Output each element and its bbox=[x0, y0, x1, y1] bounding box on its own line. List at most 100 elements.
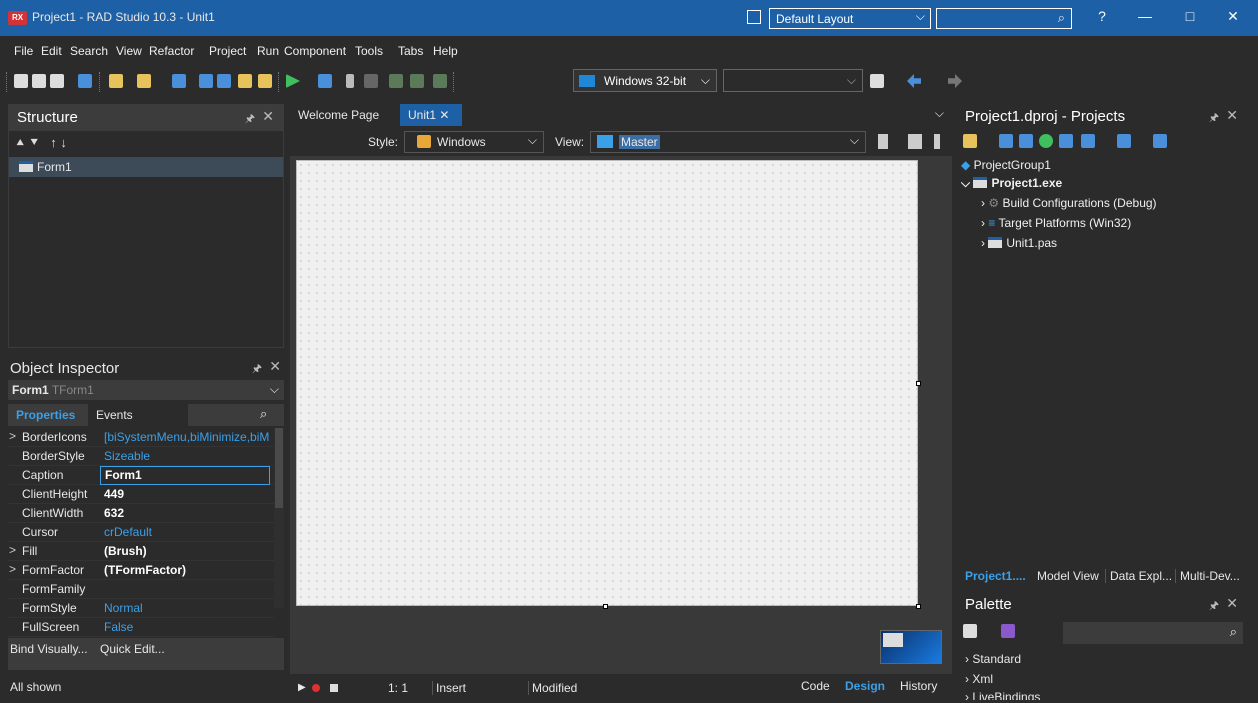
palette-layout-icon[interactable] bbox=[963, 624, 977, 638]
tab-history[interactable]: History bbox=[900, 679, 937, 693]
search-icon[interactable]: ⌕ bbox=[260, 406, 267, 422]
move-up-icon[interactable]: ↑ bbox=[50, 135, 57, 150]
property-value[interactable]: (Brush) bbox=[104, 544, 274, 558]
property-row[interactable]: FormFamily bbox=[8, 580, 274, 599]
tab-design[interactable]: Design bbox=[845, 679, 885, 693]
title-search-input[interactable]: ⌕ bbox=[936, 8, 1072, 29]
property-row[interactable]: FullScreen False bbox=[8, 618, 274, 637]
refresh-icon[interactable] bbox=[1039, 134, 1053, 148]
tab-code[interactable]: Code bbox=[801, 679, 830, 693]
tree-project-group[interactable]: ◆ ProjectGroup1 bbox=[961, 158, 1051, 172]
expand-all-icon[interactable]: ⯅ bbox=[15, 135, 25, 150]
macro-play-icon[interactable]: ▶ bbox=[298, 682, 306, 693]
property-value[interactable]: Sizeable bbox=[104, 449, 274, 463]
tree-project[interactable]: ⌵ Project1.exe bbox=[961, 176, 1062, 191]
pin-icon[interactable]: 🖈 bbox=[245, 110, 255, 129]
tab-model-view[interactable]: Model View bbox=[1037, 569, 1099, 583]
inspector-scrollbar[interactable] bbox=[274, 428, 284, 608]
property-row[interactable]: ClientHeight 449 bbox=[8, 485, 274, 504]
property-row[interactable]: > FormFactor (TFormFactor) bbox=[8, 561, 274, 580]
menu-tools[interactable]: Tools bbox=[355, 44, 383, 58]
menu-refactor[interactable]: Refactor bbox=[149, 44, 194, 58]
property-value[interactable]: (TFormFactor) bbox=[104, 563, 274, 577]
remove-icon[interactable] bbox=[1019, 134, 1033, 148]
chevron-right-icon[interactable]: > bbox=[9, 562, 16, 576]
close-icon[interactable]: ✕ bbox=[439, 108, 449, 122]
add-icon[interactable] bbox=[999, 134, 1013, 148]
tabs-dropdown-icon[interactable]: ⌵ bbox=[935, 106, 944, 121]
palette-search-input[interactable]: ⌕ bbox=[1063, 622, 1243, 644]
tree-build-configs[interactable]: › ⚙ Build Configurations (Debug) bbox=[981, 196, 1157, 210]
close-icon[interactable]: ✕ bbox=[262, 108, 274, 125]
move-down-icon[interactable]: ↓ bbox=[60, 135, 67, 150]
tab-unit1[interactable]: Unit1 ✕ bbox=[400, 104, 462, 126]
property-value[interactable]: Normal bbox=[104, 601, 274, 615]
layout-icon[interactable] bbox=[747, 10, 761, 24]
tab-data-explorer[interactable]: Data Expl... bbox=[1105, 569, 1172, 583]
collapse-all-icon[interactable]: ⯆ bbox=[29, 135, 39, 150]
pin-icon[interactable]: 🖈 bbox=[252, 360, 262, 379]
menu-view[interactable]: View bbox=[116, 44, 142, 58]
bind-visually-link[interactable]: Bind Visually... bbox=[10, 642, 88, 656]
run-to-cursor-icon[interactable] bbox=[433, 74, 447, 88]
device-icon[interactable] bbox=[878, 134, 888, 149]
pin-icon[interactable]: 🖈 bbox=[1209, 597, 1219, 616]
help-button[interactable]: ? bbox=[1087, 8, 1117, 28]
orientation-icon[interactable] bbox=[934, 134, 940, 149]
object-selector[interactable]: Form1 TForm1 ⌵ bbox=[8, 380, 284, 400]
property-row[interactable]: Caption Form1 bbox=[8, 466, 274, 485]
remove-file-icon[interactable] bbox=[217, 74, 231, 88]
style-combo[interactable]: Windows ⌵ bbox=[404, 131, 544, 153]
view-combo[interactable]: Master ⌵ bbox=[590, 131, 866, 153]
pause-icon[interactable] bbox=[346, 74, 354, 88]
view-unit-icon[interactable] bbox=[238, 74, 252, 88]
tree-unit[interactable]: › Unit1.pas bbox=[981, 236, 1057, 250]
chevron-right-icon[interactable]: > bbox=[9, 543, 16, 557]
macro-record-icon[interactable] bbox=[312, 684, 320, 692]
chevron-right-icon[interactable]: > bbox=[9, 429, 16, 443]
macro-stop-icon[interactable] bbox=[330, 684, 338, 692]
menu-file[interactable]: File bbox=[14, 44, 33, 58]
new-icon[interactable] bbox=[14, 74, 28, 88]
open-project-icon[interactable] bbox=[137, 74, 151, 88]
menu-project[interactable]: Project bbox=[209, 44, 246, 58]
menu-edit[interactable]: Edit bbox=[41, 44, 62, 58]
delete-view-icon[interactable] bbox=[908, 134, 922, 149]
quick-edit-link[interactable]: Quick Edit... bbox=[100, 642, 165, 656]
target-platform-combo[interactable]: Windows 32-bit ⌵ bbox=[573, 69, 717, 92]
run-without-debug-icon[interactable] bbox=[318, 74, 332, 88]
save-icon[interactable] bbox=[50, 74, 64, 88]
menu-search[interactable]: Search bbox=[70, 44, 108, 58]
palette-select-icon[interactable] bbox=[1001, 624, 1015, 638]
stop-icon[interactable] bbox=[364, 74, 378, 88]
property-row[interactable]: > Fill (Brush) bbox=[8, 542, 274, 561]
add-file-icon[interactable] bbox=[199, 74, 213, 88]
build-config-combo[interactable]: ⌵ bbox=[723, 69, 863, 92]
menu-tabs[interactable]: Tabs bbox=[398, 44, 423, 58]
sort-icon[interactable] bbox=[1081, 134, 1095, 148]
close-icon[interactable]: ✕ bbox=[1226, 107, 1238, 124]
close-icon[interactable]: ✕ bbox=[269, 358, 281, 375]
property-row[interactable]: > BorderIcons [biSystemMenu,biMinimize,biM bbox=[8, 428, 274, 447]
close-icon[interactable]: ✕ bbox=[1226, 595, 1238, 612]
property-value[interactable]: Form1 bbox=[100, 466, 270, 485]
palette-category-xml[interactable]: › Xml bbox=[965, 672, 993, 686]
menu-run[interactable]: Run bbox=[257, 44, 279, 58]
step-over-icon[interactable] bbox=[389, 74, 403, 88]
property-value[interactable]: 632 bbox=[104, 506, 274, 520]
resize-handle-right[interactable] bbox=[916, 381, 921, 386]
device-icon[interactable] bbox=[870, 74, 884, 88]
deploy-icon[interactable] bbox=[1153, 134, 1167, 148]
tab-welcome-page[interactable]: Welcome Page bbox=[290, 104, 388, 126]
property-row[interactable]: BorderStyle Sizeable bbox=[8, 447, 274, 466]
property-row[interactable]: Cursor crDefault bbox=[8, 523, 274, 542]
tab-properties[interactable]: Properties bbox=[16, 408, 75, 422]
property-row[interactable]: ClientWidth 632 bbox=[8, 504, 274, 523]
new-item-icon[interactable] bbox=[109, 74, 123, 88]
property-value[interactable]: [biSystemMenu,biMinimize,biM bbox=[104, 430, 274, 444]
save-all-icon[interactable] bbox=[78, 74, 92, 88]
tab-events[interactable]: Events bbox=[88, 404, 188, 426]
maximize-button[interactable]: □ bbox=[1175, 8, 1205, 28]
resize-handle-bottom[interactable] bbox=[603, 604, 608, 609]
palette-category-standard[interactable]: › Standard bbox=[965, 652, 1021, 666]
